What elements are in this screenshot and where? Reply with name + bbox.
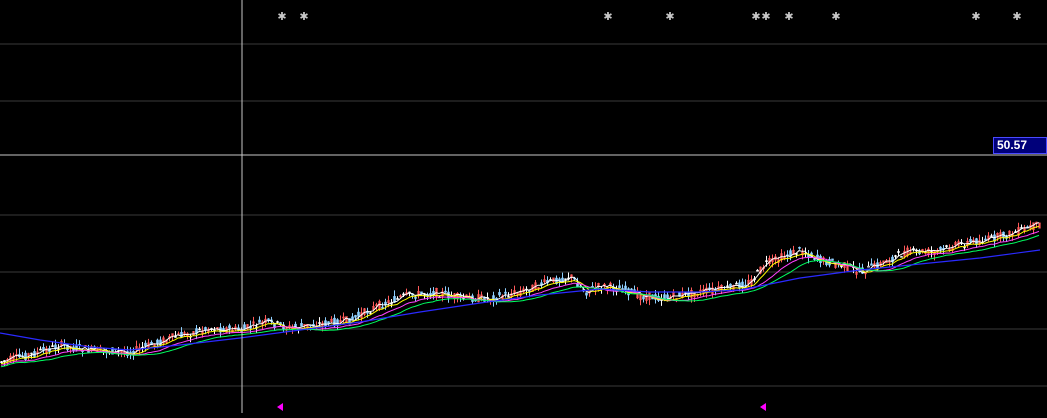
candle-body bbox=[735, 282, 738, 285]
candle-body bbox=[798, 247, 801, 249]
candle-body bbox=[867, 265, 870, 268]
candle-body bbox=[414, 297, 417, 299]
candle-body bbox=[243, 324, 246, 329]
asterisk-icon: ✱ bbox=[277, 10, 286, 23]
candle-body bbox=[354, 315, 357, 318]
candle-body bbox=[756, 269, 759, 272]
candle-body bbox=[204, 327, 207, 331]
candle-body bbox=[39, 348, 42, 351]
candle-body bbox=[357, 311, 360, 317]
asterisk-icon: ✱ bbox=[784, 10, 793, 23]
candle-body bbox=[618, 285, 621, 289]
asterisk-icon: ✱ bbox=[603, 10, 612, 23]
candle-body bbox=[444, 290, 447, 293]
candle-body bbox=[381, 306, 384, 309]
candle-body bbox=[300, 323, 303, 327]
candle-body bbox=[174, 336, 177, 338]
current-price-label: 50.57 bbox=[993, 137, 1047, 154]
candle-body bbox=[969, 239, 972, 243]
candle-body bbox=[498, 292, 501, 296]
candle-body bbox=[585, 292, 588, 296]
candle-body bbox=[765, 260, 768, 262]
candle-body bbox=[870, 263, 873, 266]
candle-body bbox=[228, 325, 231, 329]
candle-body bbox=[318, 322, 321, 324]
candle-body bbox=[258, 319, 261, 323]
candle-body bbox=[351, 316, 354, 320]
candle-body bbox=[429, 292, 432, 295]
candle-body bbox=[897, 251, 900, 253]
candle-body bbox=[945, 245, 948, 247]
candle-body bbox=[324, 320, 327, 327]
asterisk-icon: ✱ bbox=[665, 10, 674, 23]
candlestick-chart[interactable]: ✱ ✱ ✱ ✱ ✱ ✱ ✱ ✱ ✱ ✱ bbox=[0, 0, 1047, 413]
left-triangle-icon bbox=[277, 403, 283, 411]
candle-body bbox=[420, 291, 423, 295]
candle-body bbox=[831, 258, 834, 261]
candle-body bbox=[729, 283, 732, 288]
candle-body bbox=[198, 328, 201, 331]
asterisk-icon: ✱ bbox=[971, 10, 980, 23]
left-triangle-icon bbox=[760, 403, 766, 411]
candle-body bbox=[276, 321, 279, 323]
candle-body bbox=[144, 342, 147, 347]
grid-lines bbox=[0, 43, 1047, 387]
asterisk-icon: ✱ bbox=[751, 10, 760, 23]
candle-body bbox=[840, 265, 843, 268]
asterisk-icon: ✱ bbox=[831, 10, 840, 23]
candle-body bbox=[504, 291, 507, 294]
asterisk-icon: ✱ bbox=[1012, 10, 1021, 23]
candle-body bbox=[630, 288, 633, 291]
candle-body bbox=[939, 246, 942, 250]
stock-chart-panel[interactable]: ✱ ✱ ✱ ✱ ✱ ✱ ✱ ✱ ✱ ✱ 50.57 bbox=[0, 0, 1047, 413]
candle-body bbox=[156, 339, 159, 345]
candle-body bbox=[813, 258, 816, 260]
candle-body bbox=[24, 352, 27, 360]
moving-average-lines bbox=[0, 222, 1041, 368]
candle-body bbox=[666, 294, 669, 299]
asterisk-icon: ✱ bbox=[761, 10, 770, 23]
candle-body bbox=[642, 296, 645, 300]
signal-markers: ✱ ✱ ✱ ✱ ✱ ✱ ✱ ✱ ✱ ✱ bbox=[277, 10, 1022, 411]
asterisk-icon: ✱ bbox=[299, 10, 308, 23]
